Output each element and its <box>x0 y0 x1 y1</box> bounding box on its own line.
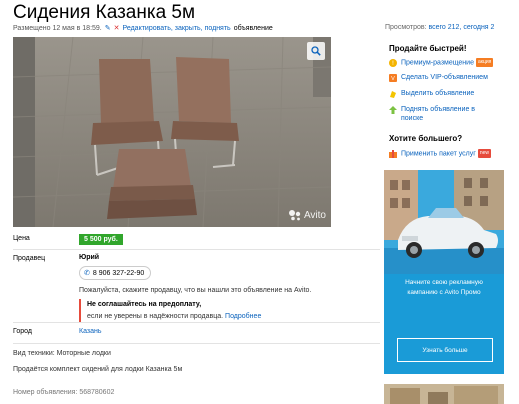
vip-icon: V <box>389 74 397 82</box>
phone-icon: ✆ <box>84 270 90 277</box>
vehicle-type: Вид техники: Моторные лодки <box>13 350 111 357</box>
edit-ad-link[interactable]: Редактировать, закрыть, поднять <box>123 25 231 32</box>
close-icon[interactable]: ✕ <box>114 24 120 32</box>
views-counter: Просмотров: всего 212, сегодня 2 <box>385 24 494 31</box>
second-banner[interactable] <box>384 384 504 404</box>
warning-more-link[interactable]: Подробнее <box>225 313 261 320</box>
ad-number: Номер объявления: 568780602 <box>13 389 115 396</box>
vip-link[interactable]: V Сделать VIP-объявлением <box>389 73 488 82</box>
ad-meta: Размещено 12 мая в 18:59. ✎ ✕ Редактиров… <box>13 24 273 33</box>
premium-placement-link[interactable]: ! Премиум-размещение акция <box>389 58 494 67</box>
ad-description: Продаётся комплект сидений для лодки Каз… <box>13 366 183 373</box>
seller-name[interactable]: Юрий <box>79 254 99 261</box>
views-link[interactable]: всего 212, сегодня 2 <box>428 24 494 31</box>
highlight-icon <box>390 91 396 98</box>
views-label: Просмотров: <box>385 24 427 31</box>
seller-note: Пожалуйста, скажите продавцу, что вы наш… <box>79 287 312 294</box>
zoom-button[interactable] <box>307 42 325 60</box>
watermark-text: Avito <box>303 209 326 221</box>
more-block: Хотите большего? <box>389 134 462 143</box>
ad-photo[interactable]: Avito <box>13 37 331 227</box>
edit-ad-suffix: объявление <box>233 24 273 32</box>
prepayment-warning: Не соглашайтесь на предоплату, если не у… <box>79 299 261 323</box>
learn-more-button[interactable]: Узнать больше <box>397 338 493 362</box>
package-link[interactable]: Применить пакет услуг new <box>389 149 491 158</box>
more-title: Хотите большего? <box>389 134 463 143</box>
sell-faster-block: Продайте быстрей! <box>389 44 467 53</box>
warning-title: Не соглашайтесь на предоплату, <box>87 301 202 308</box>
star-icon: ! <box>389 59 397 67</box>
divider <box>13 322 380 323</box>
lift-icon <box>389 106 397 114</box>
seller-row: Продавец Юрий ✆ 8 906 327-22-90 Пожалуйс… <box>13 254 380 324</box>
phone-button[interactable]: ✆ 8 906 327-22-90 <box>79 266 152 280</box>
banner-illustration <box>384 384 504 404</box>
avito-promo-banner[interactable]: Начните свою рекламную кампанию с Avito … <box>384 170 504 374</box>
promo-badge: акция <box>475 58 494 67</box>
seats-photo <box>13 37 331 227</box>
price-row: Цена 5 500 руб. <box>13 234 380 246</box>
ad-title: Сидения Казанка 5м <box>13 2 196 23</box>
warning-text: если не уверены в надёжности продавца. <box>87 313 224 320</box>
highlight-label: Выделить объявление <box>401 90 475 97</box>
magnifier-icon <box>311 46 321 56</box>
sell-faster-title: Продайте быстрей! <box>389 44 467 53</box>
svg-text:V: V <box>391 76 395 82</box>
highlight-link[interactable]: Выделить объявление <box>389 89 474 98</box>
city-link[interactable]: Казань <box>79 328 102 335</box>
divider <box>13 249 380 250</box>
phone-number: 8 906 327-22-90 <box>92 269 145 277</box>
posted-date: Размещено 12 мая в 18:59. <box>13 24 102 32</box>
promo-text: Начните свою рекламную кампанию с Avito … <box>405 279 483 296</box>
city-label: Город <box>13 328 32 335</box>
seller-label: Продавец <box>13 255 46 262</box>
package-icon <box>389 150 397 158</box>
avito-logo-icon <box>288 210 301 221</box>
price-value: 5 500 руб. <box>79 234 123 245</box>
lift-label: Поднять объявление в поиске <box>401 106 476 122</box>
price-label: Цена <box>13 235 30 242</box>
lift-link[interactable]: Поднять объявление в поиске <box>389 105 496 123</box>
edit-icon[interactable]: ✎ <box>105 24 111 32</box>
avito-watermark: Avito <box>288 209 326 221</box>
divider <box>13 343 380 344</box>
package-label: Применить пакет услуг <box>401 150 476 158</box>
promo-car-illustration <box>384 170 504 274</box>
new-badge: new <box>477 149 491 158</box>
premium-label: Премиум-размещение <box>401 59 474 67</box>
city-row: Город Казань <box>13 328 380 340</box>
vip-label: Сделать VIP-объявлением <box>401 74 488 81</box>
price-value-wrap: 5 500 руб. <box>79 234 123 245</box>
